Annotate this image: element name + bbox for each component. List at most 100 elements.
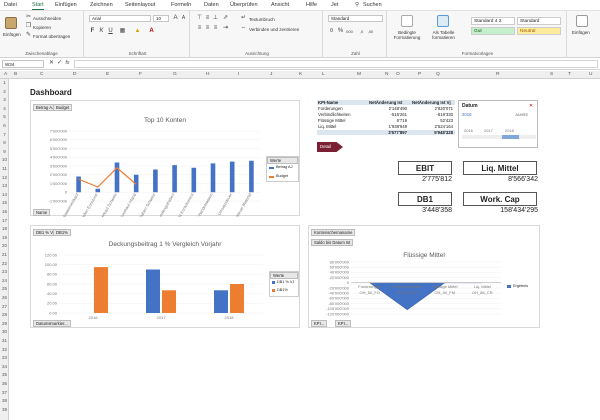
column-header[interactable]: C — [40, 72, 43, 77]
align-bottom-icon[interactable]: ⊥ — [212, 15, 219, 22]
column-header[interactable]: O — [396, 72, 400, 77]
align-right-icon[interactable]: ≡ — [212, 25, 219, 32]
date-filter-button[interactable]: Datumsmarkier... — [33, 320, 71, 327]
row-header[interactable]: 1 — [0, 80, 9, 85]
row-header[interactable]: 37 — [0, 390, 9, 395]
column-header[interactable]: S — [550, 72, 553, 77]
increase-decimal-icon[interactable]: ,0 — [358, 28, 365, 35]
menu-seitenlayout[interactable]: Seitenlayout — [125, 2, 155, 8]
row-header[interactable]: 9 — [0, 149, 9, 154]
percent-icon[interactable]: % — [337, 28, 344, 35]
top10-chart[interactable]: Betrag AJ Budget Top 10 Konten 7'000'000… — [30, 100, 300, 217]
slicer-selected-range[interactable] — [502, 135, 519, 139]
search-box[interactable]: Suchen — [363, 2, 382, 8]
column-header[interactable]: D — [73, 72, 76, 77]
kpi-filter-button[interactable]: KPI... — [311, 320, 328, 327]
thousands-icon[interactable]: 000 — [346, 28, 353, 35]
liquidity-chart[interactable]: Kontenschemaname Saldo bis Datum Ist Flü… — [308, 225, 540, 328]
format-painter-button[interactable]: Format übertragen — [33, 34, 70, 39]
legend-title[interactable]: Werte — [270, 272, 298, 279]
copy-button[interactable]: Kopieren — [33, 25, 51, 30]
conditional-format-icon[interactable] — [401, 15, 413, 27]
fill-color-icon[interactable]: ▲ — [134, 28, 141, 35]
format-as-table-button[interactable]: Als Tabelle formatieren — [427, 30, 460, 40]
font-name-select[interactable]: Arial — [89, 15, 151, 22]
style-standard[interactable]: Standard — [517, 17, 561, 25]
decrease-decimal-icon[interactable]: ,00 — [367, 28, 374, 35]
font-size-select[interactable]: 10 — [153, 15, 169, 22]
column-header[interactable]: N — [385, 72, 388, 77]
row-header[interactable]: 10 — [0, 157, 9, 162]
row-header[interactable]: 19 — [0, 235, 9, 240]
italic-icon[interactable]: K — [98, 28, 105, 35]
row-header[interactable]: 15 — [0, 200, 9, 205]
row-header[interactable]: 7 — [0, 132, 9, 137]
row-header[interactable]: 21 — [0, 252, 9, 257]
name-box[interactable]: W34 — [2, 60, 44, 68]
row-header[interactable]: 3 — [0, 97, 9, 102]
paste-button[interactable]: Einfügen — [3, 32, 21, 37]
row-header[interactable]: 23 — [0, 269, 9, 274]
row-header[interactable]: 11 — [0, 166, 9, 171]
menu-hilfe[interactable]: Hilfe — [306, 2, 317, 8]
style-gut[interactable]: Gut — [471, 27, 515, 35]
currency-icon[interactable]: ¤ — [328, 28, 335, 35]
formula-input[interactable] — [74, 60, 598, 68]
cut-button[interactable]: Ausschneiden — [33, 16, 61, 21]
format-painter-icon[interactable]: ✎ — [25, 32, 32, 39]
merge-button[interactable]: Verbinden und zentrieren — [249, 27, 299, 32]
column-header[interactable]: F — [139, 72, 142, 77]
merge-icon[interactable]: ⇔ — [240, 25, 247, 32]
row-header[interactable]: 6 — [0, 123, 9, 128]
row-header[interactable]: 25 — [0, 286, 9, 291]
pivot-col-header[interactable]: NetÄnderung Ist Vj — [412, 100, 451, 105]
column-header[interactable]: L — [322, 72, 325, 77]
cut-icon[interactable]: ✂ — [25, 14, 32, 21]
column-header[interactable]: U — [589, 72, 592, 77]
menu-ansicht[interactable]: Ansicht — [271, 2, 289, 8]
row-header[interactable]: 14 — [0, 192, 9, 197]
slicer-year[interactable]: 2017 — [484, 128, 493, 133]
row-header[interactable]: 17 — [0, 218, 9, 223]
row-header[interactable]: 5 — [0, 114, 9, 119]
menu-ueberpruefen[interactable]: Überprüfen — [230, 2, 258, 8]
row-header[interactable]: 13 — [0, 183, 9, 188]
row-header[interactable]: 31 — [0, 338, 9, 343]
grow-font-icon[interactable]: A — [172, 15, 179, 22]
row-header[interactable]: 35 — [0, 372, 9, 377]
indent-icon[interactable]: ⇥ — [222, 25, 229, 32]
column-header[interactable]: I — [238, 72, 239, 77]
row-header[interactable]: 26 — [0, 295, 9, 300]
style-standard-4-2[interactable]: Standard 4 2 — [471, 17, 515, 25]
column-header[interactable]: T — [568, 72, 571, 77]
shrink-font-icon[interactable]: A — [180, 15, 187, 22]
paste-icon[interactable] — [5, 17, 17, 29]
db1-chart[interactable]: DB1 % VJ DB1% Deckungsbeitrag 1 % Vergle… — [30, 225, 300, 328]
kpi-filter-button[interactable]: KPI... — [335, 320, 352, 327]
row-header[interactable]: 4 — [0, 106, 9, 111]
bold-icon[interactable]: F — [89, 28, 96, 35]
underline-icon[interactable]: U — [107, 28, 114, 35]
legend-title[interactable]: Werte — [267, 157, 298, 164]
row-header[interactable]: 24 — [0, 278, 9, 283]
row-header[interactable]: 34 — [0, 364, 9, 369]
menu-daten[interactable]: Daten — [204, 2, 219, 8]
search-icon[interactable]: ⚲ — [355, 2, 359, 8]
align-left-icon[interactable]: ≡ — [196, 25, 203, 32]
column-header[interactable]: M — [357, 72, 361, 77]
insert-cells-icon[interactable] — [576, 15, 588, 27]
row-header[interactable]: 27 — [0, 304, 9, 309]
row-header[interactable]: 39 — [0, 407, 9, 412]
copy-icon[interactable]: ❐ — [25, 23, 32, 30]
wrap-button[interactable]: Textumbruch — [249, 17, 275, 22]
slicer-timeline[interactable] — [462, 135, 536, 139]
menu-einfuegen[interactable]: Einfügen — [55, 2, 77, 8]
cancel-icon[interactable]: ✕ — [48, 60, 55, 67]
align-center-icon[interactable]: ≡ — [204, 25, 211, 32]
row-header[interactable]: 33 — [0, 355, 9, 360]
row-header[interactable]: 2 — [0, 89, 9, 94]
align-middle-icon[interactable]: ≡ — [204, 15, 211, 22]
row-header[interactable]: 22 — [0, 261, 9, 266]
row-header[interactable]: 12 — [0, 175, 9, 180]
date-slicer[interactable]: Datum ✕ 2018 JAHRE 2016 2017 2018 — [458, 100, 538, 148]
